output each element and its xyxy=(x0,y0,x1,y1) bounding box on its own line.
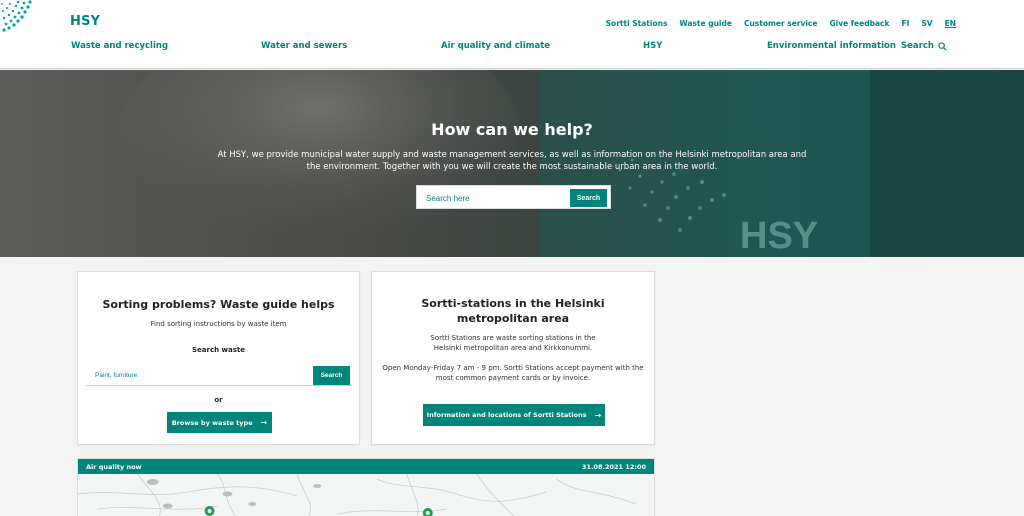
nav-air-quality-climate[interactable]: Air quality and climate xyxy=(441,41,550,51)
hero-text: At HSY, we provide municipal water suppl… xyxy=(217,150,807,172)
nav-environmental-info[interactable]: Environmental information xyxy=(767,41,896,51)
waste-search-box: Search xyxy=(86,365,352,386)
waste-guide-title: Sorting problems? Waste guide helps xyxy=(102,298,335,311)
browse-by-waste-type-button[interactable]: Browse by waste type → xyxy=(167,412,272,433)
sortti-desc-1: Sortti Stations are waste sorting statio… xyxy=(430,334,596,352)
browse-button-label: Browse by waste type xyxy=(171,418,253,427)
waste-guide-card: Sorting problems? Waste guide helps Find… xyxy=(77,271,360,445)
sortti-stations-card: Sortti-stations in the Helsinki metropol… xyxy=(371,271,655,445)
brand-name[interactable]: HSY xyxy=(70,14,100,29)
hero-search-input[interactable] xyxy=(426,191,566,205)
arrow-right-icon: → xyxy=(260,418,268,427)
hero-title: How can we help? xyxy=(431,120,593,139)
air-quality-datetime: 31.08.2021 12:00 xyxy=(581,463,646,471)
hero-bg-logo-text: HSY xyxy=(740,215,818,257)
arrow-right-icon: → xyxy=(594,410,602,420)
site-header: HSY Sortti Stations Waste guide Customer… xyxy=(0,0,1024,69)
map-marker-icon[interactable] xyxy=(204,506,215,516)
logo-dots-icon[interactable] xyxy=(0,0,36,36)
main-nav: Waste and recycling Water and sewers Air… xyxy=(71,41,951,53)
sortti-title: Sortti-stations in the Helsinki metropol… xyxy=(421,297,605,325)
sortti-button-label: Information and locations of Sortti Stat… xyxy=(426,411,587,419)
sortti-info-button[interactable]: Information and locations of Sortti Stat… xyxy=(423,404,605,426)
utility-nav: Sortti Stations Waste guide Customer ser… xyxy=(606,19,956,28)
hero-search-button[interactable]: Search xyxy=(570,189,607,207)
util-link-waste-guide[interactable]: Waste guide xyxy=(679,19,732,28)
lang-sv[interactable]: SV xyxy=(921,19,932,28)
hero-search-box: Search xyxy=(416,185,611,209)
air-quality-panel: Air quality now 31.08.2021 12:00 xyxy=(77,458,655,516)
air-quality-title: Air quality now xyxy=(86,463,142,471)
header-search-label: Search xyxy=(901,41,934,51)
waste-search-input[interactable] xyxy=(95,369,295,382)
lang-fi[interactable]: FI xyxy=(901,19,909,28)
hero-banner: HSY How can we help? At HSY, we provide … xyxy=(0,70,1024,257)
header-search-button[interactable]: Search xyxy=(901,41,947,51)
util-link-customer-service[interactable]: Customer service xyxy=(744,19,818,28)
sortti-desc-2: Open Monday-Friday 7 am - 9 pm. Sortti S… xyxy=(382,364,644,382)
nav-waste-recycling[interactable]: Waste and recycling xyxy=(71,41,168,51)
lang-en[interactable]: EN xyxy=(945,19,956,28)
map-marker-icon[interactable] xyxy=(422,508,433,516)
air-quality-map[interactable] xyxy=(78,474,654,516)
nav-hsy[interactable]: HSY xyxy=(643,41,662,51)
waste-search-button[interactable]: Search xyxy=(313,366,350,385)
air-quality-header: Air quality now 31.08.2021 12:00 xyxy=(78,459,654,474)
util-link-sortti[interactable]: Sortti Stations xyxy=(606,19,668,28)
search-icon xyxy=(938,41,947,51)
search-waste-label: Search waste xyxy=(192,346,245,354)
or-separator: or xyxy=(214,396,223,404)
waste-guide-subtitle: Find sorting instructions by waste item xyxy=(150,320,287,328)
util-link-feedback[interactable]: Give feedback xyxy=(829,19,889,28)
nav-water-sewers[interactable]: Water and sewers xyxy=(261,41,347,51)
